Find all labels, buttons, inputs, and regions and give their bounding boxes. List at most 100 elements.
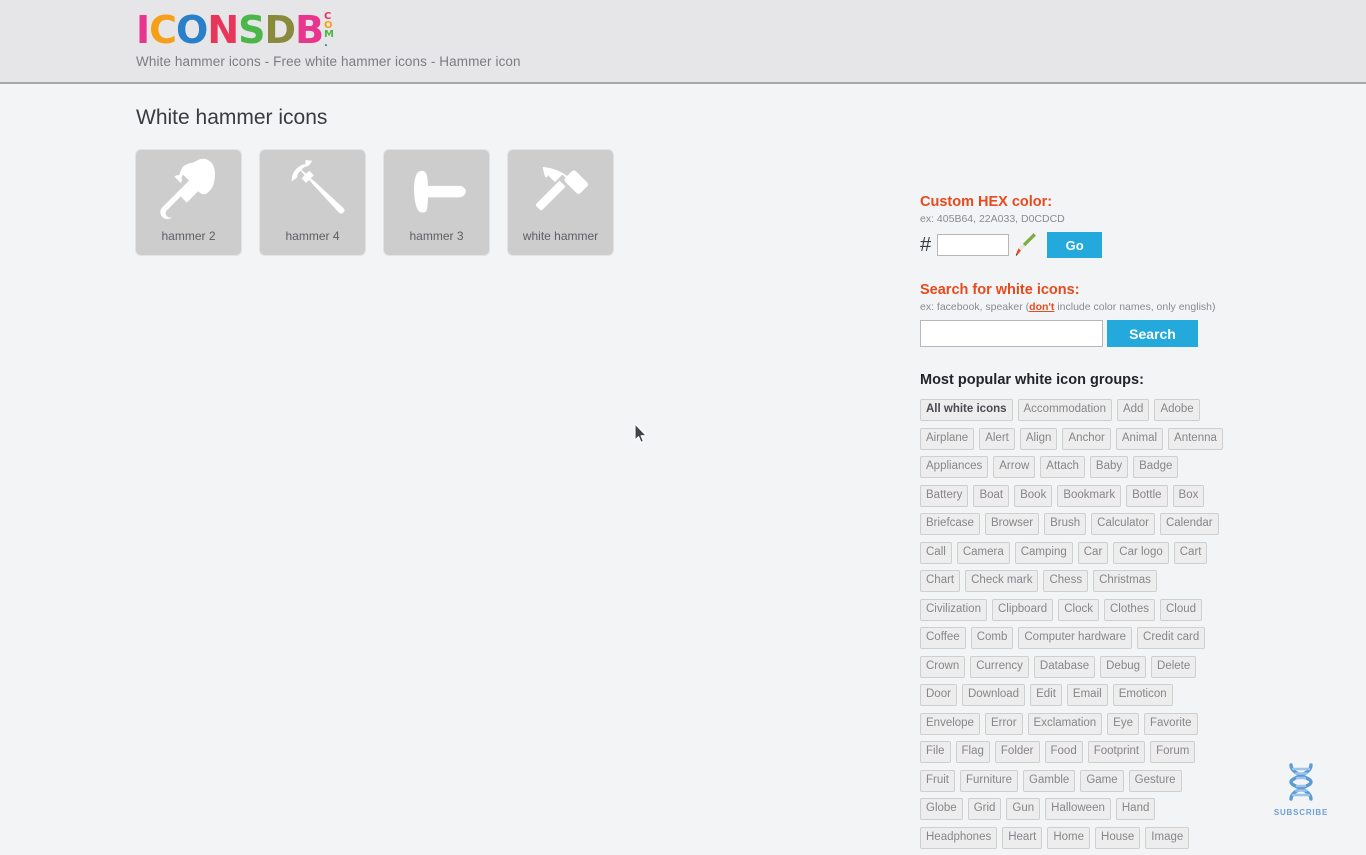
icon-group-tag[interactable]: Edit <box>1030 684 1062 706</box>
icon-group-tag[interactable]: Badge <box>1133 456 1179 478</box>
icon-group-tag[interactable]: Gun <box>1006 798 1041 820</box>
icon-group-tag[interactable]: Flag <box>955 741 990 763</box>
icon-group-tag[interactable]: Fruit <box>920 769 955 792</box>
icon-group-tag[interactable]: Check mark <box>965 570 1039 592</box>
icon-group-tag[interactable]: House <box>1095 826 1141 849</box>
icon-group-tag[interactable]: Emoticon <box>1112 684 1173 706</box>
icon-group-tag[interactable]: Food <box>1044 741 1083 763</box>
icon-group-tag[interactable]: Browser <box>984 513 1040 535</box>
icon-group-tag[interactable]: Footprint <box>1087 741 1146 763</box>
icon-group-tag[interactable]: Adobe <box>1154 399 1200 421</box>
icon-group-tag[interactable]: Image <box>1145 826 1190 849</box>
icon-group-tag[interactable]: Download <box>961 684 1026 706</box>
icon-group-tag[interactable]: Crown <box>920 655 966 678</box>
icon-group-tag[interactable]: Appliances <box>920 456 989 478</box>
search-heading: Search for white icons: <box>920 282 1080 298</box>
icon-group-tag[interactable]: Alert <box>979 427 1015 450</box>
icon-group-tag[interactable]: Animal <box>1115 427 1164 450</box>
icon-group-tag[interactable]: Currency <box>970 655 1029 678</box>
search-input[interactable] <box>920 320 1103 347</box>
hex-color-input[interactable] <box>937 234 1010 256</box>
icon-group-tag[interactable]: Book <box>1014 484 1053 507</box>
icon-group-tag[interactable]: Chess <box>1043 570 1089 592</box>
icon-tile[interactable]: white hammer <box>508 150 613 255</box>
icon-tile[interactable]: hammer 4 <box>260 150 365 255</box>
icon-group-tag[interactable]: Battery <box>920 484 969 507</box>
icon-group-tag[interactable]: Door <box>920 684 957 706</box>
icon-group-tag[interactable]: Exclamation <box>1027 712 1103 735</box>
icon-group-tag[interactable]: Forum <box>1150 741 1196 763</box>
icon-group-tag[interactable]: Favorite <box>1144 712 1198 735</box>
hash-prefix: # <box>920 234 932 256</box>
icon-group-tag[interactable]: Civilization <box>920 598 987 621</box>
icon-group-tag[interactable]: Hand <box>1115 798 1156 820</box>
icon-group-tag[interactable]: Brush <box>1044 513 1087 535</box>
icon-group-tag[interactable]: Car <box>1077 541 1109 564</box>
icon-tile[interactable]: hammer 2 <box>136 150 241 255</box>
logo-letter-5: D <box>264 8 297 52</box>
icon-group-tag[interactable]: Bottle <box>1126 484 1168 507</box>
icon-group-tag[interactable]: Furniture <box>960 769 1019 792</box>
icon-group-tag[interactable]: Attach <box>1040 456 1085 478</box>
search-button[interactable]: Search <box>1107 320 1198 347</box>
icon-group-tag[interactable]: Cloud <box>1159 598 1203 621</box>
tag-row: Civilization Clipboard Clock Clothes Cloud <box>920 598 1210 621</box>
icon-group-tag[interactable]: Arrow <box>993 456 1036 478</box>
icon-group-tag[interactable]: Add <box>1116 399 1150 421</box>
icon-group-tag[interactable]: Clipboard <box>991 598 1054 621</box>
icon-group-tag[interactable]: Call <box>920 541 952 564</box>
icon-group-tag[interactable]: Credit card <box>1137 627 1206 649</box>
icon-group-tag[interactable]: Comb <box>970 627 1014 649</box>
custom-hex-section: Custom HEX color: ex: 405B64, 22A033, D0… <box>920 194 1220 258</box>
icon-group-tag[interactable]: Boat <box>973 484 1010 507</box>
icon-group-tag[interactable]: Airplane <box>920 427 975 450</box>
go-button[interactable]: Go <box>1047 232 1103 258</box>
icon-group-tag[interactable]: Camera <box>956 541 1010 564</box>
icon-group-tag[interactable]: Envelope <box>920 712 980 735</box>
icon-group-tag[interactable]: Align <box>1019 427 1058 450</box>
eyedropper-icon[interactable] <box>1015 232 1037 258</box>
icon-group-tag[interactable]: Box <box>1172 484 1205 507</box>
icon-group-tag[interactable]: Baby <box>1089 456 1129 478</box>
icon-group-tag[interactable]: Email <box>1066 684 1108 706</box>
icon-group-tag[interactable]: Gesture <box>1128 769 1182 792</box>
tag-row: All white icons Accommodation Add Adobe <box>920 399 1210 421</box>
icon-group-tag[interactable]: Eye <box>1107 712 1139 735</box>
icon-group-tag[interactable]: Game <box>1080 769 1124 792</box>
icon-group-tag[interactable]: Heart <box>1002 826 1043 849</box>
icon-group-tag[interactable]: Debug <box>1100 655 1147 678</box>
icon-group-tag[interactable]: Folder <box>994 741 1040 763</box>
icon-tile-caption: hammer 3 <box>409 229 464 243</box>
icon-group-tag[interactable]: Calendar <box>1159 513 1219 535</box>
icon-group-tag[interactable]: Home <box>1047 826 1091 849</box>
icon-group-tag[interactable]: Anchor <box>1062 427 1111 450</box>
icon-group-tag[interactable]: Database <box>1033 655 1096 678</box>
icon-group-tag[interactable]: Coffee <box>920 627 966 649</box>
icon-group-tag[interactable]: Christmas <box>1093 570 1157 592</box>
icon-group-tag[interactable]: Briefcase <box>920 513 980 535</box>
icon-group-tag[interactable]: Headphones <box>920 826 998 849</box>
icon-group-tag[interactable]: Computer hardware <box>1018 627 1133 649</box>
icon-group-tag[interactable]: Clothes <box>1103 598 1155 621</box>
icon-group-tag[interactable]: Antenna <box>1168 427 1223 450</box>
icon-group-tag[interactable]: Chart <box>920 570 961 592</box>
icon-group-tag[interactable]: Bookmark <box>1057 484 1122 507</box>
icon-tile[interactable]: hammer 3 <box>384 150 489 255</box>
icon-group-tag[interactable]: Error <box>984 712 1023 735</box>
icon-group-tag[interactable]: Gamble <box>1023 769 1076 792</box>
search-hint-emphasis[interactable]: don't <box>1029 301 1054 313</box>
icon-group-tag[interactable]: File <box>920 741 951 763</box>
icon-group-tag[interactable]: Car logo <box>1113 541 1169 564</box>
icon-group-tag[interactable]: Calculator <box>1091 513 1155 535</box>
icon-group-tag[interactable]: Globe <box>920 798 963 820</box>
icon-group-tag[interactable]: Clock <box>1058 598 1099 621</box>
icon-group-tag[interactable]: Camping <box>1014 541 1073 564</box>
icon-group-tag[interactable]: Accommodation <box>1017 399 1112 421</box>
icon-group-tag[interactable]: All white icons <box>920 399 1013 421</box>
icon-group-tag[interactable]: Cart <box>1173 541 1208 564</box>
icon-group-tag[interactable]: Grid <box>967 798 1002 820</box>
icon-group-tag[interactable]: Halloween <box>1045 798 1111 820</box>
subscribe-widget[interactable]: SUBSCRIBE <box>1272 762 1330 817</box>
site-logo[interactable]: ICONSDB C O M. White hammer icons - Free wh… <box>136 8 521 69</box>
icon-group-tag[interactable]: Delete <box>1151 655 1197 678</box>
